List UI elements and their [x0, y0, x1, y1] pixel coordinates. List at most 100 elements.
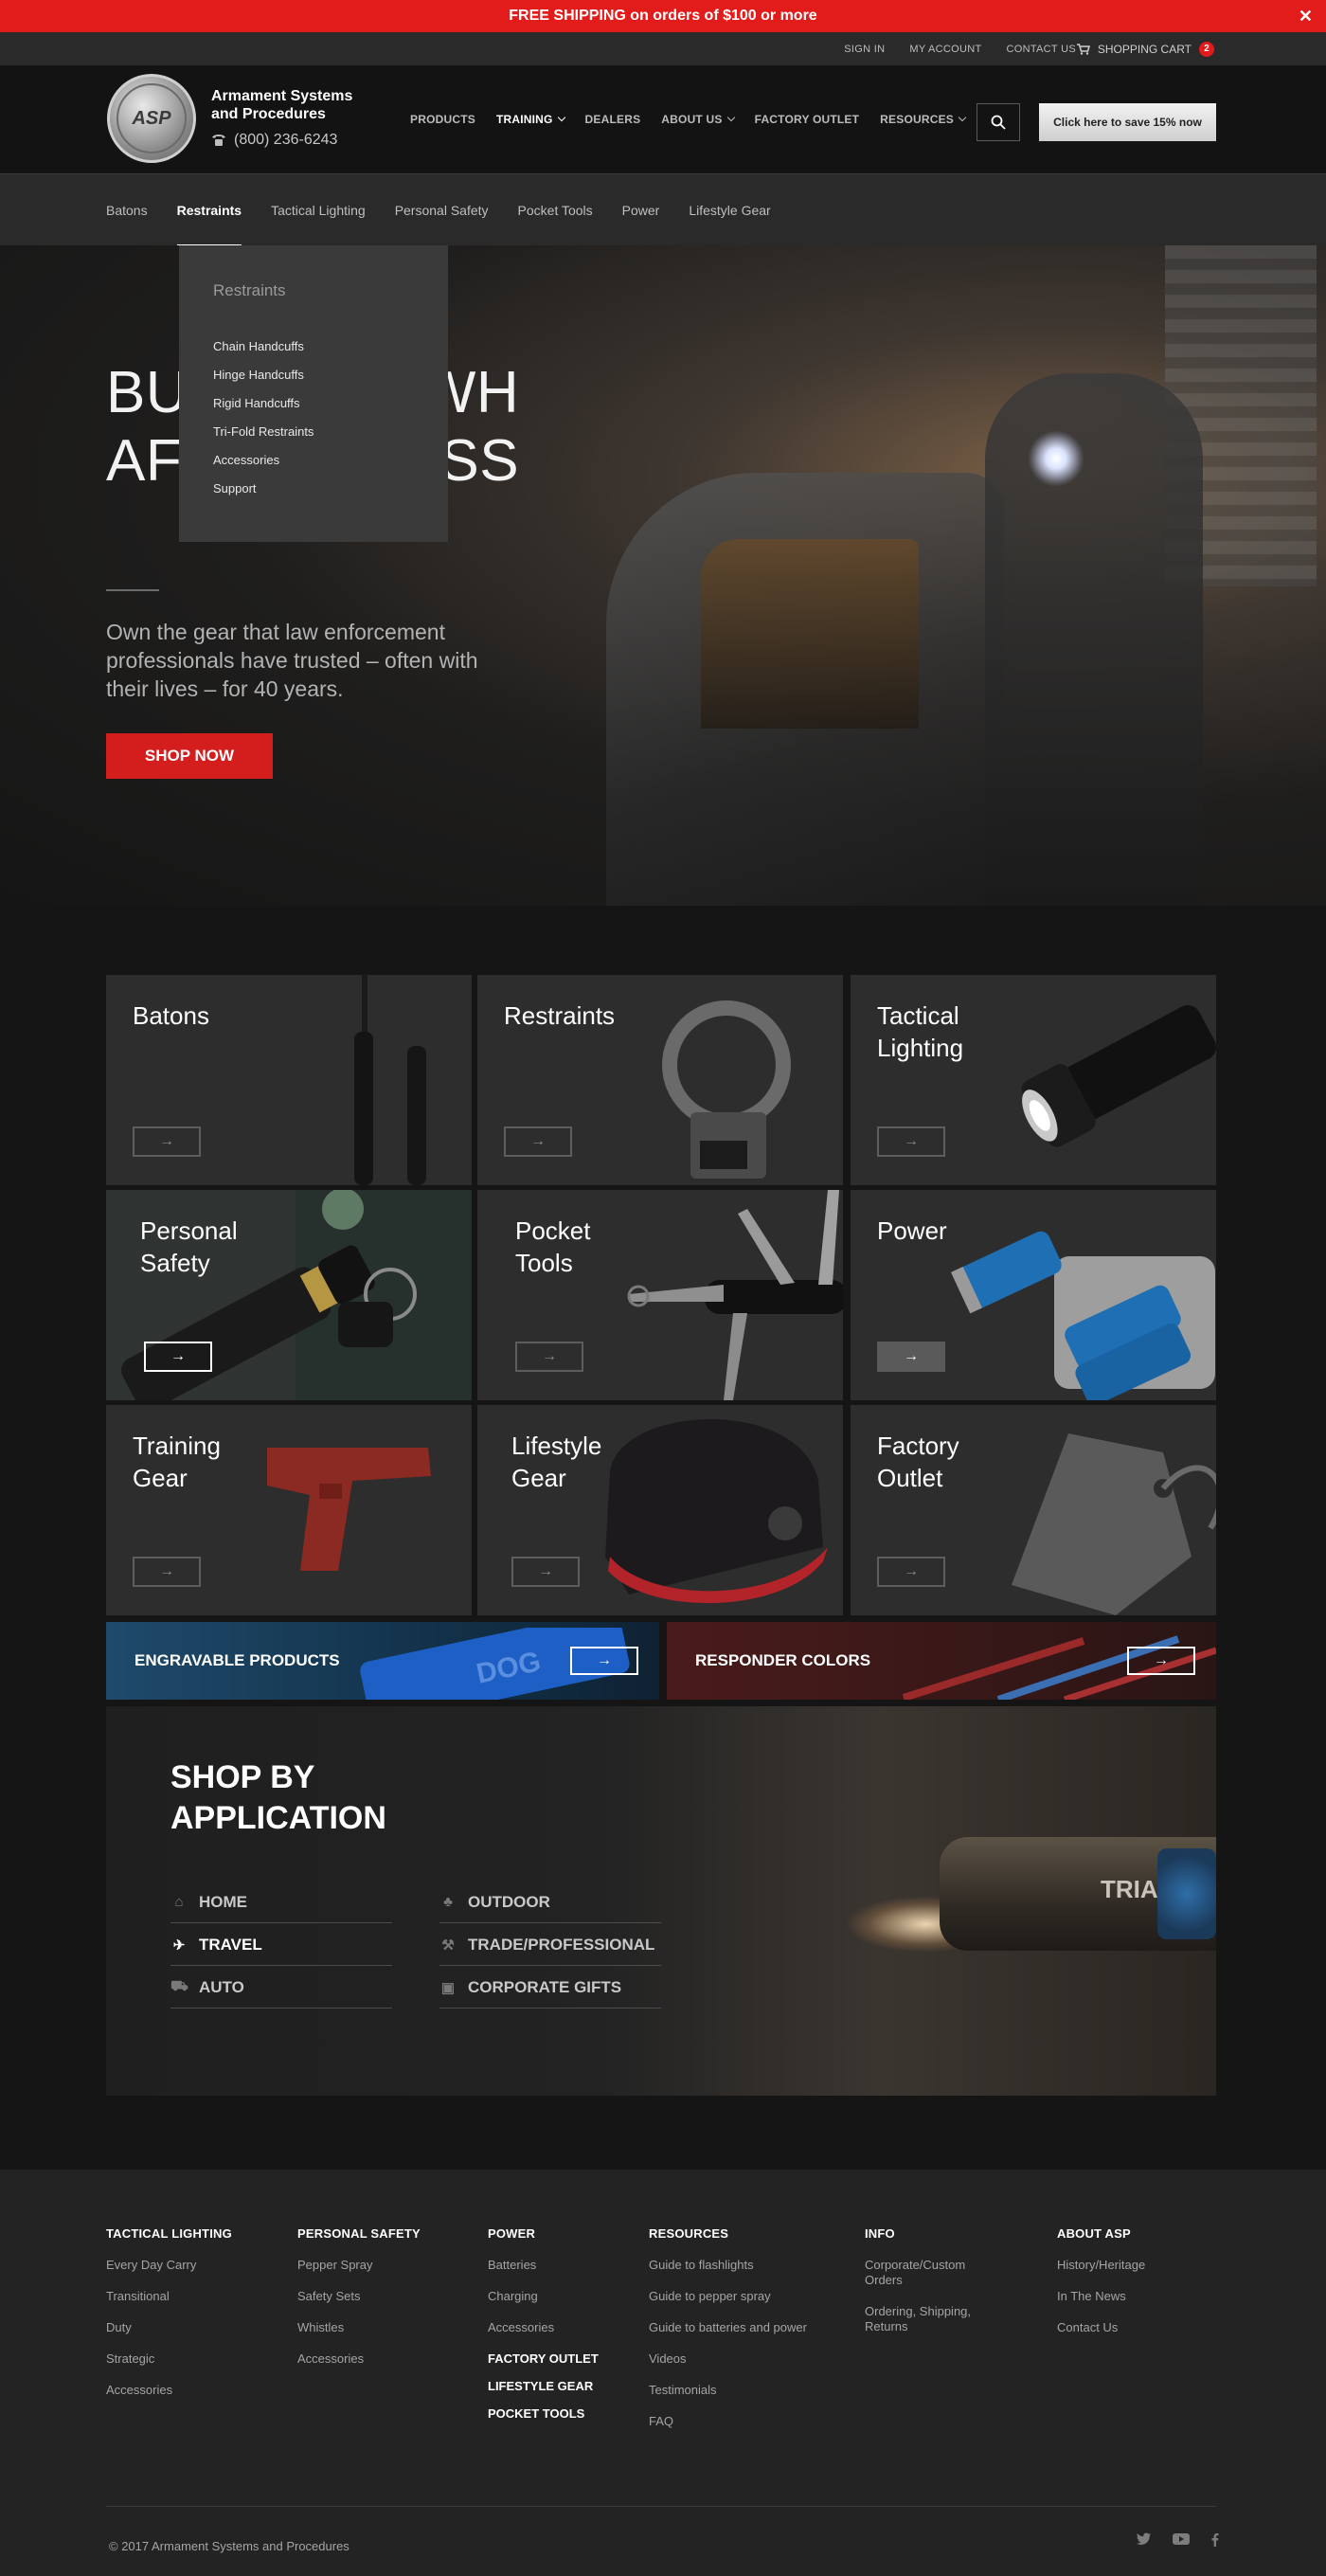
category-tile-batons[interactable]: Batons → — [106, 975, 472, 1185]
facebook-icon[interactable] — [1210, 2532, 1219, 2547]
footer-heading-link[interactable]: LIFESTYLE GEAR — [488, 2379, 599, 2393]
footer-col-personal-safety: PERSONAL SAFETY Pepper Spray Safety Sets… — [297, 2226, 421, 2383]
dropdown-item[interactable]: Chain Handcuffs — [213, 333, 448, 361]
footer-link[interactable]: Accessories — [106, 2383, 232, 2398]
footer-link[interactable]: In The News — [1057, 2289, 1145, 2304]
responder-arrow-button[interactable]: → — [1127, 1647, 1195, 1675]
footer-link[interactable]: Guide to pepper spray — [649, 2289, 807, 2304]
utility-bar: SIGN IN MY ACCOUNT CONTACT US SHOPPING C… — [0, 32, 1326, 65]
footer-heading[interactable]: RESOURCES — [649, 2226, 807, 2241]
footer-link[interactable]: Transitional — [106, 2289, 232, 2304]
footer-link[interactable]: Safety Sets — [297, 2289, 421, 2304]
search-button[interactable] — [977, 103, 1020, 141]
nav-dealers[interactable]: DEALERS — [585, 113, 641, 126]
responder-colors-banner[interactable]: RESPONDER COLORS → — [667, 1622, 1216, 1700]
footer-link[interactable]: Accessories — [488, 2320, 599, 2335]
sba-auto[interactable]: ⛟ AUTO — [170, 1967, 392, 2009]
engravable-arrow-button[interactable]: → — [570, 1647, 638, 1675]
cart-count-badge: 2 — [1199, 41, 1214, 57]
category-tile-personal-safety[interactable]: Personal Safety → — [106, 1190, 472, 1400]
category-tile-tactical-lighting[interactable]: Tactical Lighting → — [851, 975, 1216, 1185]
close-icon[interactable]: ✕ — [1299, 7, 1313, 26]
sign-in-link[interactable]: SIGN IN — [844, 44, 885, 55]
tile-arrow-button[interactable]: → — [144, 1342, 212, 1372]
footer-link[interactable]: Accessories — [297, 2351, 421, 2367]
footer-link[interactable]: Charging — [488, 2289, 599, 2304]
my-account-link[interactable]: MY ACCOUNT — [909, 44, 981, 55]
nav-training[interactable]: TRAINING — [495, 113, 565, 126]
footer-heading-link[interactable]: FACTORY OUTLET — [488, 2351, 599, 2366]
category-tile-factory-outlet[interactable]: Factory Outlet → — [851, 1405, 1216, 1615]
tile-arrow-button[interactable]: → — [877, 1557, 945, 1587]
footer-heading[interactable]: PERSONAL SAFETY — [297, 2226, 421, 2241]
footer-link[interactable]: Ordering, Shipping, Returns — [865, 2304, 997, 2334]
asp-logo[interactable]: ASP — [107, 74, 196, 163]
footer-heading-link[interactable]: POCKET TOOLS — [488, 2406, 599, 2421]
tile-arrow-button[interactable]: → — [511, 1557, 580, 1587]
subnav-lifestyle-gear[interactable]: Lifestyle Gear — [689, 174, 770, 246]
twitter-icon[interactable] — [1137, 2532, 1152, 2546]
dropdown-item[interactable]: Rigid Handcuffs — [213, 389, 448, 418]
footer-link[interactable]: Guide to batteries and power — [649, 2320, 807, 2335]
footer-heading[interactable]: POWER — [488, 2226, 599, 2241]
brand-name[interactable]: Armament Systems and Procedures — [211, 87, 372, 123]
footer-link[interactable]: Corporate/Custom Orders — [865, 2258, 997, 2288]
footer-link[interactable]: Batteries — [488, 2258, 599, 2273]
nav-about-us[interactable]: ABOUT US — [661, 113, 735, 126]
logo-seal-inner: ASP — [116, 83, 187, 153]
footer-heading[interactable]: INFO — [865, 2226, 997, 2241]
engravable-products-banner[interactable]: DOG ENGRAVABLE PRODUCTS → — [106, 1622, 659, 1700]
subnav-restraints[interactable]: Restraints — [176, 174, 242, 246]
category-tile-lifestyle-gear[interactable]: Lifestyle Gear → — [477, 1405, 843, 1615]
shop-now-button[interactable]: SHOP NOW — [106, 733, 273, 779]
shopping-cart-link[interactable]: SHOPPING CART 2 — [1076, 32, 1214, 65]
phone-number[interactable]: (800) 236-6243 — [211, 132, 337, 149]
category-tile-pocket-tools[interactable]: Pocket Tools → — [477, 1190, 843, 1400]
footer-link[interactable]: History/Heritage — [1057, 2258, 1145, 2273]
subnav-batons[interactable]: Batons — [106, 174, 148, 246]
tile-arrow-button[interactable]: → — [515, 1342, 583, 1372]
footer-link[interactable]: FAQ — [649, 2414, 807, 2429]
dropdown-item[interactable]: Support — [213, 475, 448, 503]
nav-resources[interactable]: RESOURCES — [880, 113, 967, 126]
chevron-down-icon — [557, 113, 565, 122]
footer-link[interactable]: Strategic — [106, 2351, 232, 2367]
footer-heading[interactable]: TACTICAL LIGHTING — [106, 2226, 232, 2241]
tile-arrow-button[interactable]: → — [133, 1557, 201, 1587]
footer-link[interactable]: Testimonials — [649, 2383, 807, 2398]
footer-link[interactable]: Every Day Carry — [106, 2258, 232, 2273]
category-tile-power[interactable]: Power → — [851, 1190, 1216, 1400]
youtube-icon[interactable] — [1173, 2532, 1190, 2546]
site-footer: TACTICAL LIGHTING Every Day Carry Transi… — [0, 2170, 1326, 2576]
dropdown-item[interactable]: Accessories — [213, 446, 448, 475]
dropdown-item[interactable]: Hinge Handcuffs — [213, 361, 448, 389]
subnav-tactical-lighting[interactable]: Tactical Lighting — [271, 174, 366, 246]
sba-trade-professional[interactable]: ⚒ TRADE/PROFESSIONAL — [439, 1924, 661, 1966]
save-15-button[interactable]: Click here to save 15% now — [1039, 103, 1216, 141]
footer-link[interactable]: Guide to flashlights — [649, 2258, 807, 2273]
footer-heading[interactable]: ABOUT ASP — [1057, 2226, 1145, 2241]
tile-arrow-button[interactable]: → — [877, 1342, 945, 1372]
nav-products[interactable]: PRODUCTS — [410, 113, 475, 126]
subnav-pocket-tools[interactable]: Pocket Tools — [518, 174, 593, 246]
dropdown-item[interactable]: Tri-Fold Restraints — [213, 418, 448, 446]
nav-training-label: TRAINING — [495, 113, 553, 126]
category-tile-training-gear[interactable]: Training Gear → — [106, 1405, 472, 1615]
footer-link[interactable]: Pepper Spray — [297, 2258, 421, 2273]
footer-link[interactable]: Contact Us — [1057, 2320, 1145, 2335]
sba-travel[interactable]: ✈ TRAVEL — [170, 1924, 392, 1966]
footer-link[interactable]: Whistles — [297, 2320, 421, 2335]
tile-arrow-button[interactable]: → — [133, 1126, 201, 1157]
subnav-power[interactable]: Power — [622, 174, 660, 246]
contact-us-link[interactable]: CONTACT US — [1007, 44, 1077, 55]
sba-corporate-gifts[interactable]: ▣ CORPORATE GIFTS — [439, 1967, 661, 2009]
footer-link[interactable]: Duty — [106, 2320, 232, 2335]
tile-arrow-button[interactable]: → — [504, 1126, 572, 1157]
tile-arrow-button[interactable]: → — [877, 1126, 945, 1157]
footer-link[interactable]: Videos — [649, 2351, 807, 2367]
sba-home[interactable]: ⌂ HOME — [170, 1882, 392, 1923]
category-tile-restraints[interactable]: Restraints → — [477, 975, 843, 1185]
nav-factory-outlet[interactable]: FACTORY OUTLET — [755, 113, 860, 126]
sba-outdoor[interactable]: ♣ OUTDOOR — [439, 1882, 661, 1923]
subnav-personal-safety[interactable]: Personal Safety — [395, 174, 489, 246]
